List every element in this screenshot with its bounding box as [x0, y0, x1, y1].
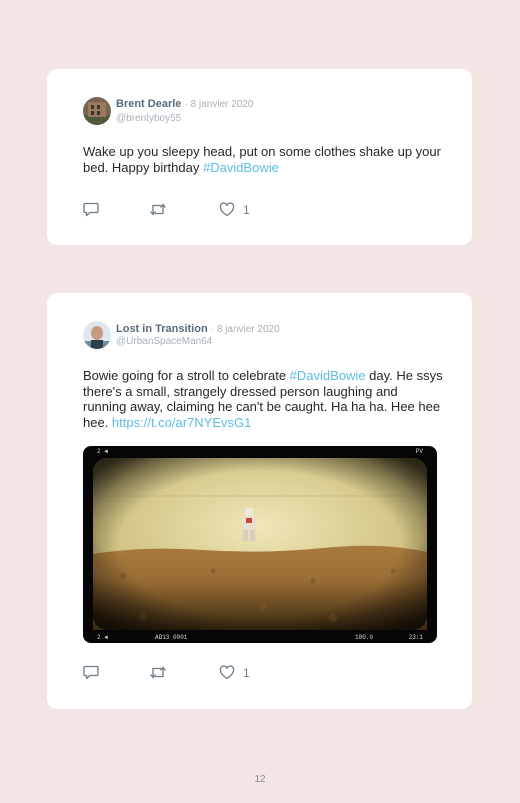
- author-name[interactable]: Brent Dearle: [116, 98, 181, 110]
- tweet-text: Wake up you sleepy head, put on some clo…: [83, 144, 443, 175]
- like-count: 1: [243, 203, 250, 217]
- heart-icon[interactable]: [219, 202, 235, 222]
- tweet-text-body: Bowie going for a stroll to celebrate: [83, 368, 290, 383]
- tweet-card: Brent Dearle · 8 janvier 2020 @brentyboy…: [47, 69, 472, 245]
- avatar[interactable]: [83, 97, 111, 125]
- osd-top-left: 2 ◄: [97, 448, 108, 455]
- osd-bottom-left: 2 ◄: [97, 634, 108, 641]
- hashtag-link[interactable]: #DavidBowie: [290, 368, 366, 383]
- retweet-icon[interactable]: [149, 665, 167, 685]
- author-line: Brent Dearle · 8 janvier 2020: [116, 98, 253, 110]
- author-line: Lost in Transition · 8 janvier 2020: [116, 323, 280, 335]
- tweet-actions: 1: [83, 665, 283, 681]
- author-handle[interactable]: @UrbanSpaceMan64: [116, 336, 212, 347]
- reply-icon[interactable]: [83, 202, 99, 222]
- heart-icon[interactable]: [219, 665, 235, 685]
- osd-bottom-right: 23:1: [408, 634, 423, 641]
- hashtag-link[interactable]: #DavidBowie: [203, 160, 279, 175]
- url-link[interactable]: https://t.co/ar7NYEvsG1: [112, 415, 251, 430]
- reply-icon[interactable]: [83, 665, 99, 685]
- tweet-card: Lost in Transition · 8 janvier 2020 @Urb…: [47, 293, 472, 709]
- osd-bottom-center: AD13 0001: [155, 634, 188, 641]
- avatar[interactable]: [83, 321, 111, 349]
- tweet-text: Bowie going for a stroll to celebrate #D…: [83, 368, 443, 430]
- tweet-actions: 1: [83, 202, 283, 218]
- page-number: 12: [254, 774, 266, 785]
- tweet-date[interactable]: · 8 janvier 2020: [184, 99, 253, 110]
- osd-bottom-mid-right: 180.0: [355, 634, 374, 641]
- author-name[interactable]: Lost in Transition: [116, 323, 208, 335]
- photo-image: [93, 458, 427, 630]
- retweet-icon[interactable]: [149, 202, 167, 222]
- like-count: 1: [243, 666, 250, 680]
- tweet-photo[interactable]: 2 ◄ PV 2 ◄ AD13 0001 180.0 23:1: [83, 446, 437, 643]
- osd-top-right: PV: [415, 448, 423, 455]
- author-handle[interactable]: @brentyboy55: [116, 113, 181, 124]
- tweet-date[interactable]: · 8 janvier 2020: [211, 324, 280, 335]
